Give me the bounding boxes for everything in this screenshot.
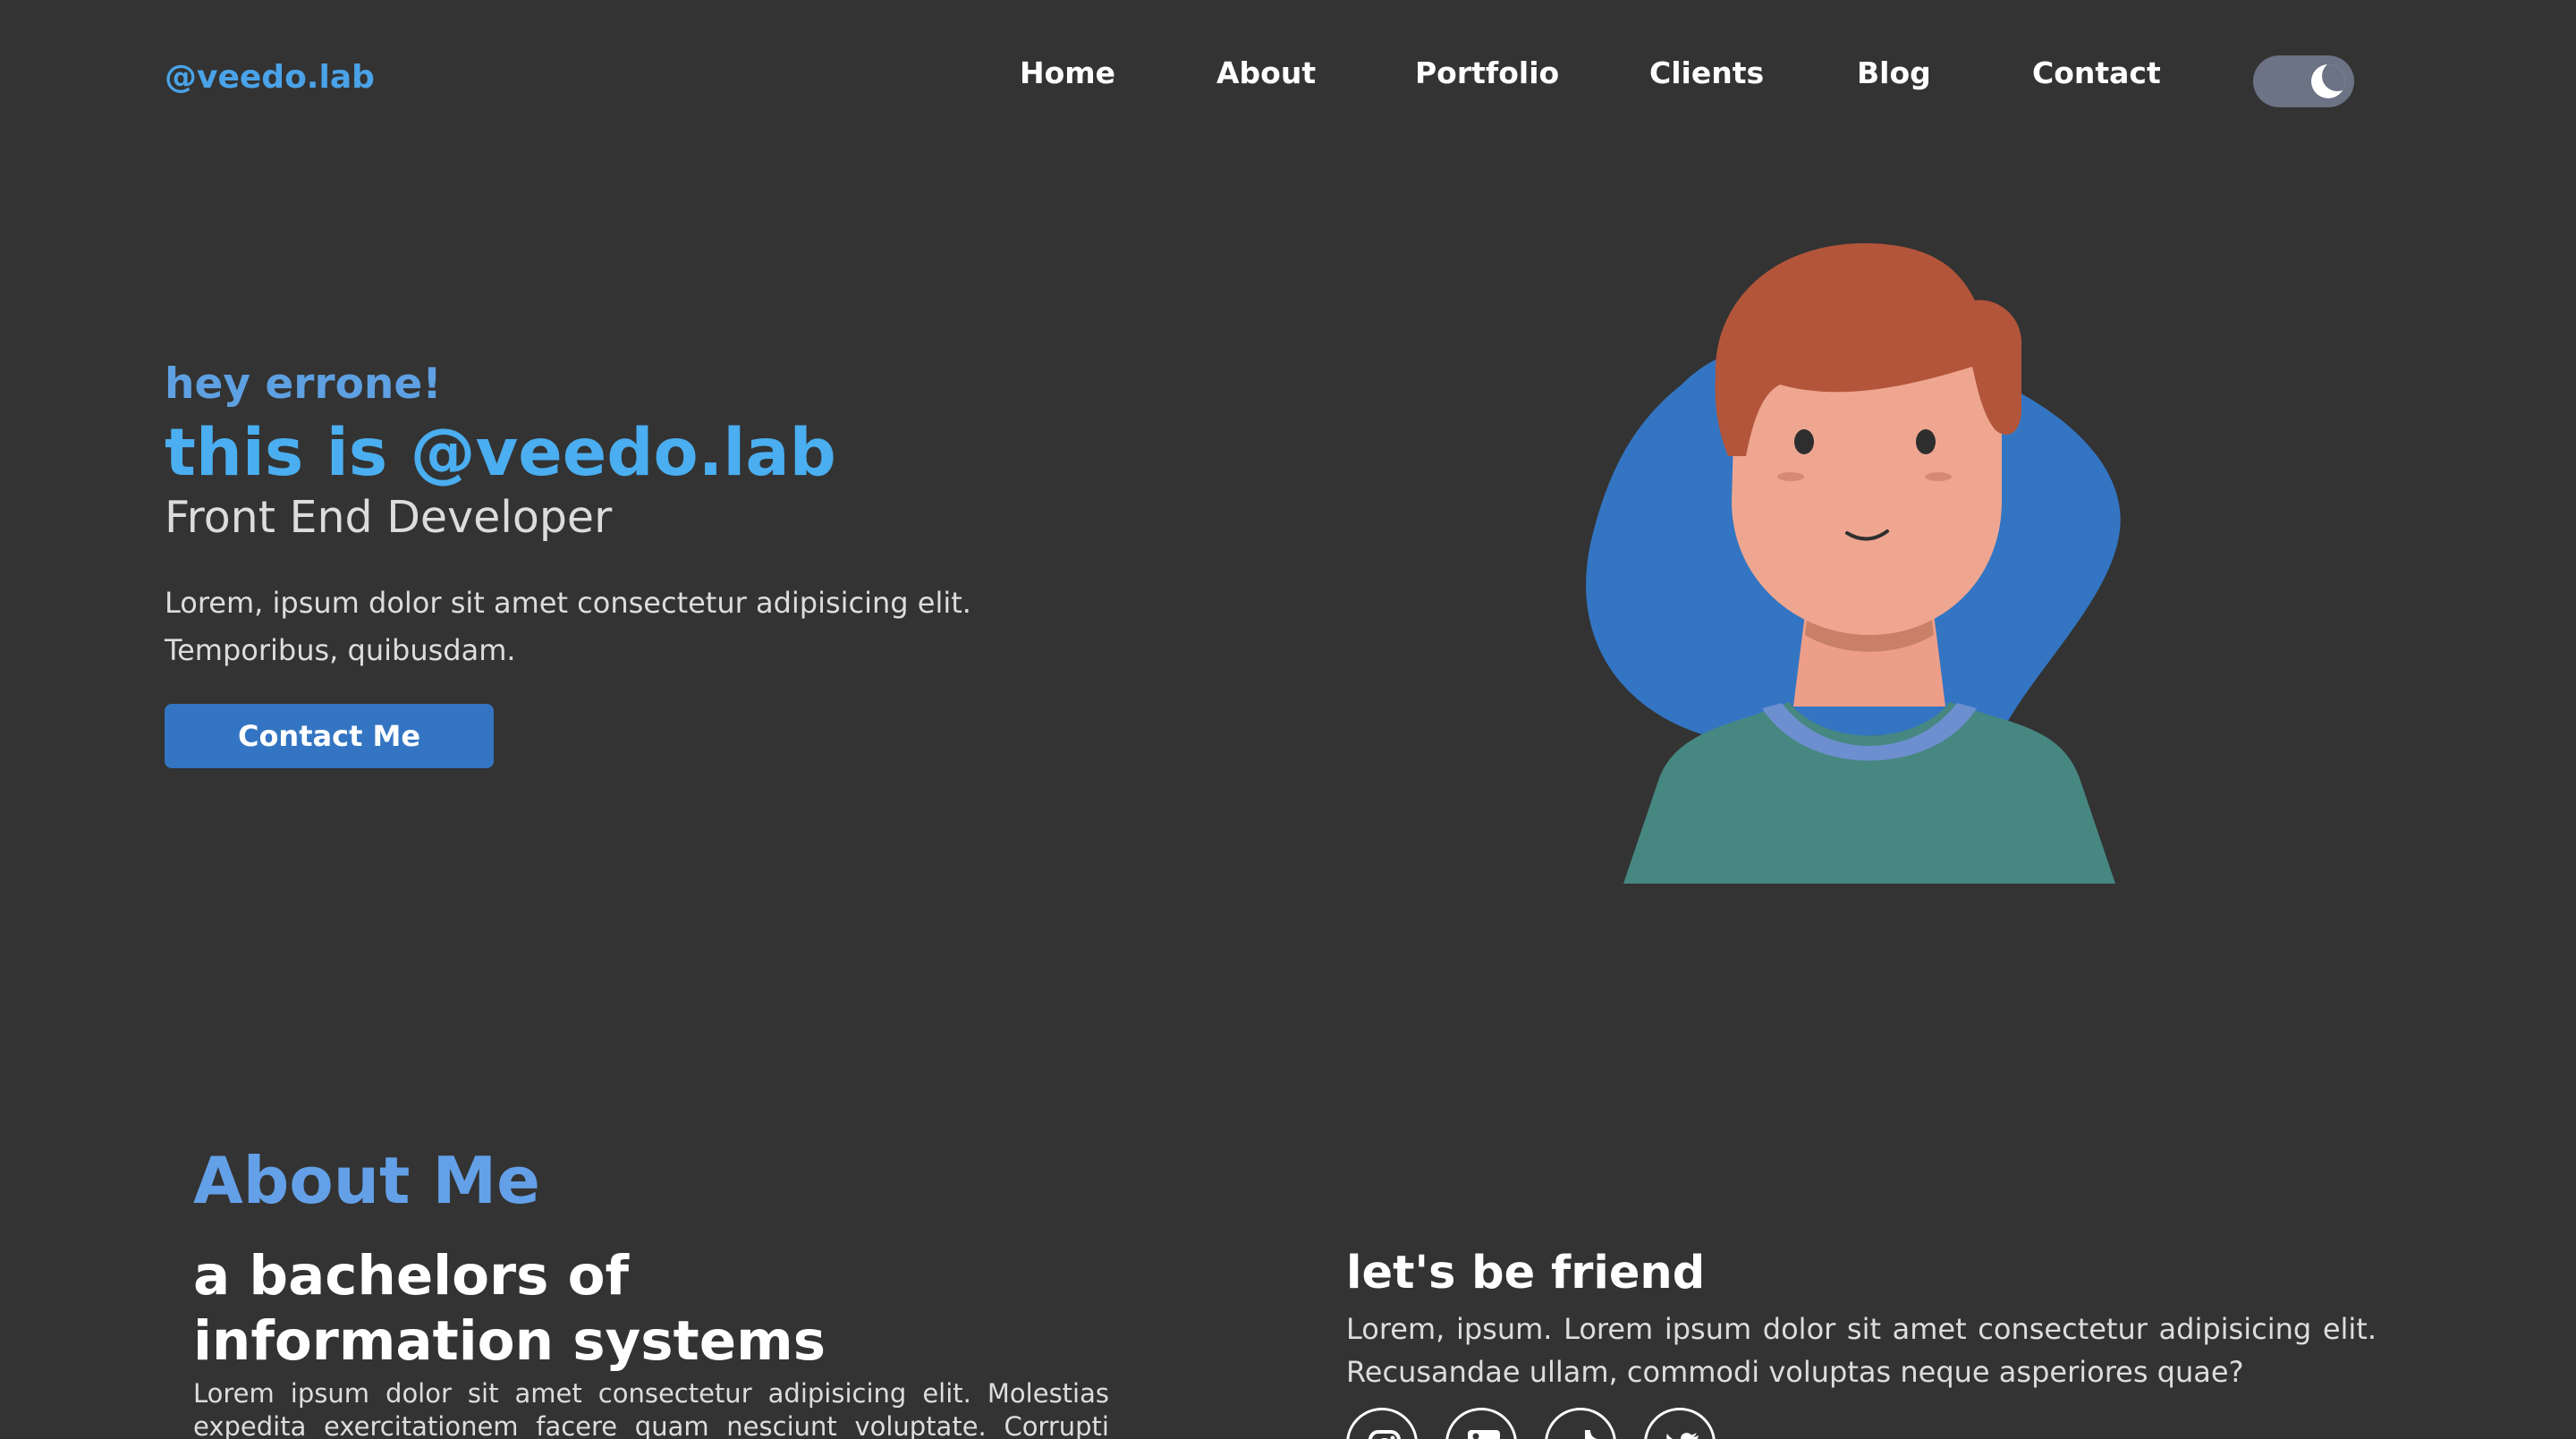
friend-text: Lorem, ipsum. Lorem ipsum dolor sit amet…	[1346, 1312, 2377, 1389]
nav-blog[interactable]: Blog	[1857, 55, 1931, 90]
moon-icon	[2311, 64, 2345, 98]
tiktok-link[interactable]	[1545, 1408, 1616, 1439]
twitter-link[interactable]	[1644, 1408, 1716, 1439]
tiktok-icon	[1585, 1430, 1598, 1439]
hero-role: Front End Developer	[165, 492, 613, 543]
linkedin-icon	[1468, 1430, 1500, 1439]
developer-avatar-illustration	[1586, 242, 2121, 884]
nav-contact[interactable]: Contact	[2032, 55, 2161, 90]
main-nav: Home About Portfolio Clients Blog Contac…	[0, 55, 2576, 100]
page: @veedo.lab Home About Portfolio Clients …	[0, 0, 2576, 1439]
nav-about[interactable]: About	[1216, 55, 1316, 90]
instagram-link[interactable]	[1346, 1408, 1418, 1439]
hero-greeting: hey errone!	[165, 360, 442, 409]
about-text: Lorem ipsum dolor sit amet consectetur a…	[193, 1378, 1109, 1439]
avatar-right-eye	[1916, 429, 1936, 454]
avatar-left-eye	[1794, 429, 1814, 454]
theme-toggle[interactable]	[2253, 55, 2354, 107]
nav-clients[interactable]: Clients	[1649, 55, 1764, 90]
nav-portfolio[interactable]: Portfolio	[1415, 55, 1559, 90]
about-title: About Me	[193, 1143, 540, 1218]
linkedin-link[interactable]	[1445, 1408, 1517, 1439]
avatar-right-cheek	[1925, 472, 1952, 481]
hero-title: this is @veedo.lab	[165, 415, 836, 491]
avatar-left-cheek	[1777, 472, 1804, 481]
nav-home[interactable]: Home	[1020, 55, 1115, 90]
hero-description: Lorem, ipsum dolor sit amet consectetur …	[165, 586, 971, 667]
instagram-icon	[1368, 1430, 1401, 1439]
friend-title: let's be friend	[1346, 1247, 1706, 1299]
contact-me-button[interactable]: Contact Me	[165, 704, 494, 768]
about-subtitle: a bachelors of information systems	[193, 1244, 826, 1373]
twitter-icon	[1666, 1433, 1699, 1439]
